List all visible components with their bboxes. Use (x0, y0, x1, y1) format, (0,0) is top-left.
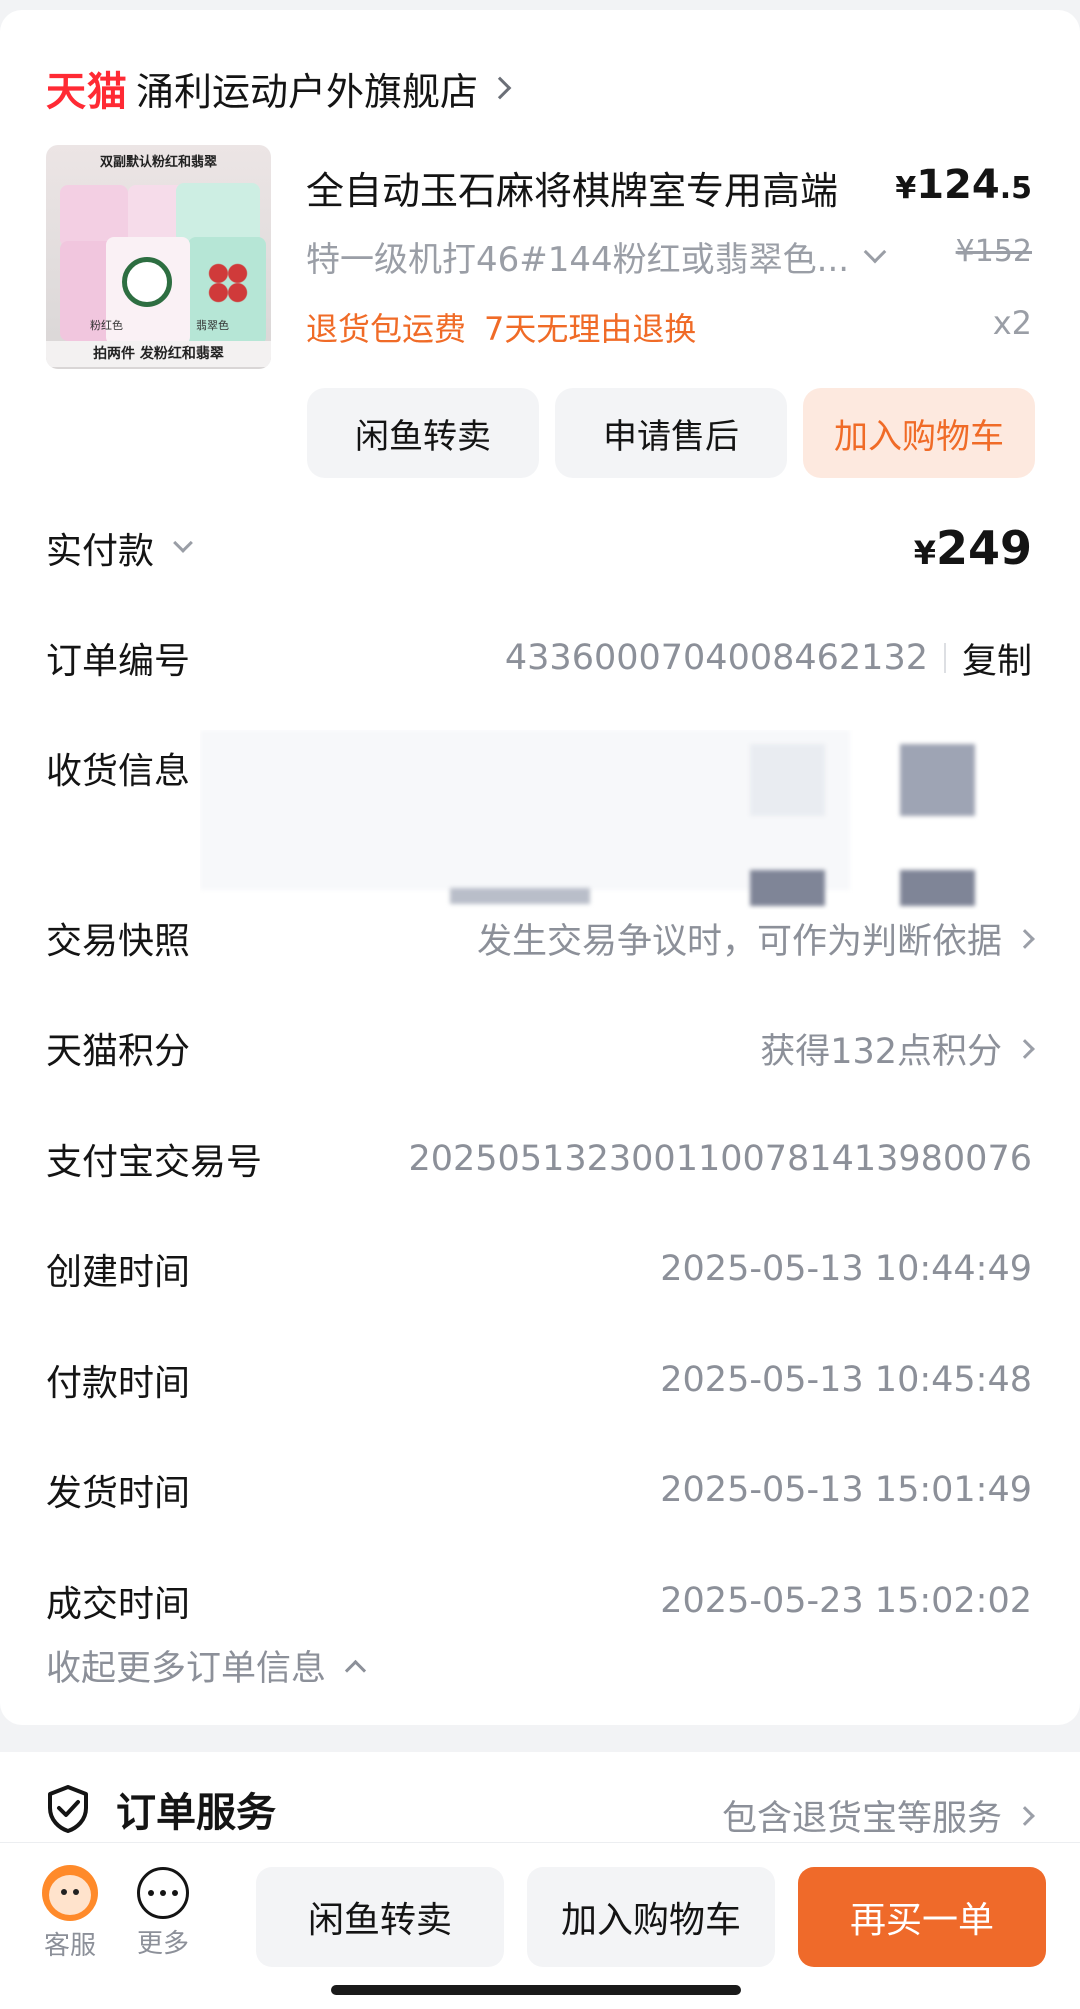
buy-again-button[interactable]: 再买一单 (798, 1867, 1046, 1967)
ship-time: 2025-05-13 15:01:49 (660, 1470, 1032, 1510)
store-name: 涌利运动户外旗舰店 (136, 69, 479, 114)
product-title[interactable]: 全自动玉石麻将棋牌室专用高端 (306, 160, 838, 215)
points-value: 获得132点积分 (760, 1031, 1002, 1072)
deal-time-row: 成交时间 2025-05-23 15:02:02 (46, 1571, 1032, 1631)
thumbnail-label-jade: 翡翠色 (196, 319, 229, 332)
thumbnail-caption-bottom: 拍两件 发粉红和翡翠 (46, 341, 271, 367)
deal-time: 2025-05-23 15:02:02 (660, 1581, 1032, 1621)
created-time-label: 创建时间 (46, 1252, 191, 1293)
collapse-order-info-toggle[interactable]: 收起更多订单信息 (46, 1640, 367, 1691)
shipping-info-label: 收货信息 (46, 751, 191, 792)
product-quantity: x2 (992, 304, 1032, 342)
chevron-right-icon (488, 76, 512, 100)
payment-time-row: 付款时间 2025-05-13 10:45:48 (46, 1350, 1032, 1410)
store-header[interactable]: 天猫 涌利运动户外旗舰店 (46, 60, 512, 116)
order-number-label: 订单编号 (46, 641, 191, 682)
product-price: ¥124.5 (895, 162, 1032, 208)
payment-time: 2025-05-13 10:45:48 (660, 1360, 1032, 1400)
service-title: 订单服务 (116, 1790, 276, 1836)
thumbnail-label-pink: 粉红色 (90, 319, 123, 332)
alipay-trade-label: 支付宝交易号 (46, 1142, 263, 1183)
customer-service-button[interactable]: 客服 (30, 1865, 110, 1962)
deal-time-label: 成交时间 (46, 1584, 191, 1625)
chevron-right-icon (1015, 929, 1035, 949)
tag-free-return-shipping: 退货包运费 (306, 310, 467, 348)
aftersale-button[interactable]: 申请售后 (555, 388, 787, 478)
order-number-row: 订单编号 4336000704008462132 复制 (46, 628, 1032, 688)
order-number: 4336000704008462132 (504, 638, 928, 678)
product-sku-selector[interactable]: 特一级机打46#144粉红或翡翠色... (306, 232, 887, 281)
snapshot-row[interactable]: 交易快照 发生交易争议时，可作为判断依据 (46, 908, 1035, 968)
payment-time-label: 付款时间 (46, 1363, 191, 1404)
service-summary: 包含退货宝等服务 (721, 1799, 1002, 1839)
product-sku: 特一级机打46#144粉红或翡翠色... (306, 240, 850, 280)
resell-button-bottom[interactable]: 闲鱼转卖 (256, 1867, 504, 1967)
resell-button[interactable]: 闲鱼转卖 (307, 388, 539, 478)
bottom-action-bar: 客服 更多 闲鱼转卖 加入购物车 再买一单 (0, 1842, 1080, 2009)
points-label: 天猫积分 (46, 1031, 191, 1072)
add-to-cart-button[interactable]: 加入购物车 (803, 388, 1035, 478)
ship-time-row: 发货时间 2025-05-13 15:01:49 (46, 1460, 1032, 1520)
chevron-down-icon (173, 533, 193, 553)
created-time-row: 创建时间 2025-05-13 10:44:49 (46, 1239, 1032, 1299)
copy-button[interactable]: 复制 (962, 633, 1032, 684)
paid-amount-toggle[interactable]: 实付款 (46, 522, 193, 574)
shield-check-icon (48, 1785, 88, 1833)
chevron-right-icon (1015, 1805, 1035, 1826)
product-thumbnail[interactable]: 双副默认粉红和翡翠 粉红色 翡翠色 拍两件 发粉红和翡翠 (46, 145, 271, 369)
order-detail-card: 天猫 涌利运动户外旗舰店 双副默认粉红和翡翠 粉红色 翡翠色 拍两件 发粉红和翡… (0, 10, 1080, 1725)
chevron-right-icon (1015, 1039, 1035, 1059)
home-indicator[interactable] (331, 1985, 741, 1995)
alipay-trade-row: 支付宝交易号 2025051323001100781413980076 (46, 1129, 1032, 1189)
chevron-up-icon (344, 1659, 367, 1682)
paid-amount: ¥249 (913, 521, 1032, 575)
shipping-info-redacted (200, 730, 1050, 910)
paid-amount-row: 实付款 ¥249 (46, 518, 1032, 578)
points-row[interactable]: 天猫积分 获得132点积分 (46, 1018, 1035, 1078)
product-tags: 退货包运费 7天无理由退换 (306, 304, 696, 350)
created-time: 2025-05-13 10:44:49 (660, 1249, 1032, 1289)
snapshot-value: 发生交易争议时，可作为判断依据 (476, 921, 1002, 962)
more-button[interactable]: 更多 (123, 1865, 203, 1960)
ship-time-label: 发货时间 (46, 1473, 191, 1514)
tmall-logo: 天猫 (46, 69, 128, 115)
original-price: ¥152 (955, 234, 1032, 269)
snapshot-label: 交易快照 (46, 921, 191, 962)
thumbnail-caption-top: 双副默认粉红和翡翠 (99, 155, 217, 170)
customer-service-icon (42, 1865, 98, 1921)
add-to-cart-button-bottom[interactable]: 加入购物车 (527, 1867, 775, 1967)
more-icon (137, 1867, 189, 1919)
tag-7day-return: 7天无理由退换 (484, 310, 697, 348)
alipay-trade-number: 2025051323001100781413980076 (408, 1139, 1032, 1179)
chevron-down-icon (863, 240, 887, 263)
